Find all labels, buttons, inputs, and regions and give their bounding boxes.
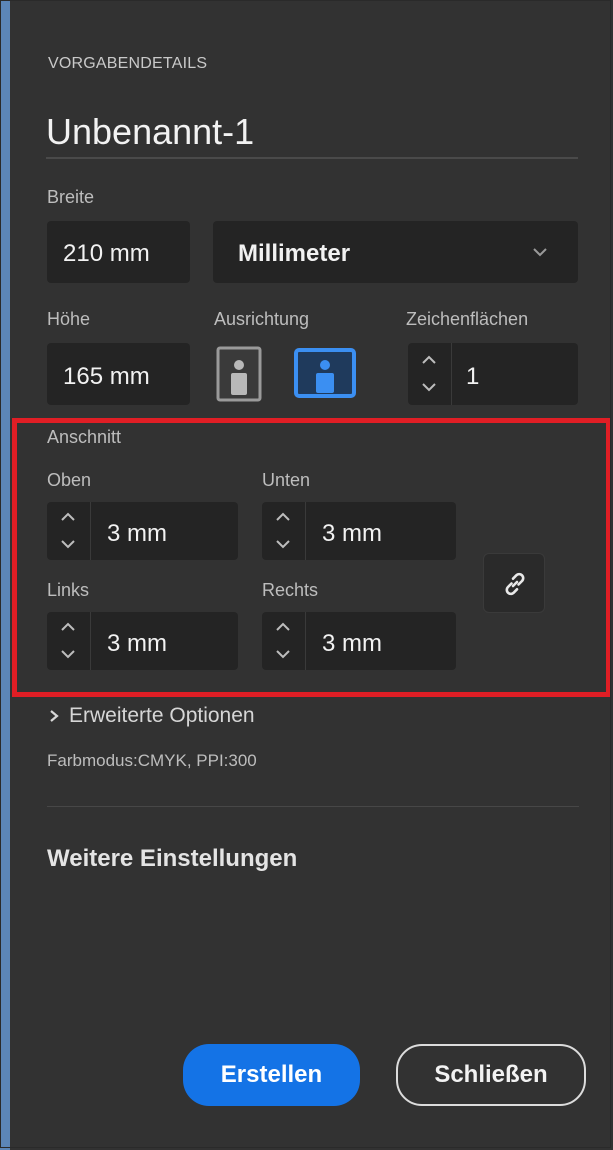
window-frame xyxy=(0,0,611,1148)
